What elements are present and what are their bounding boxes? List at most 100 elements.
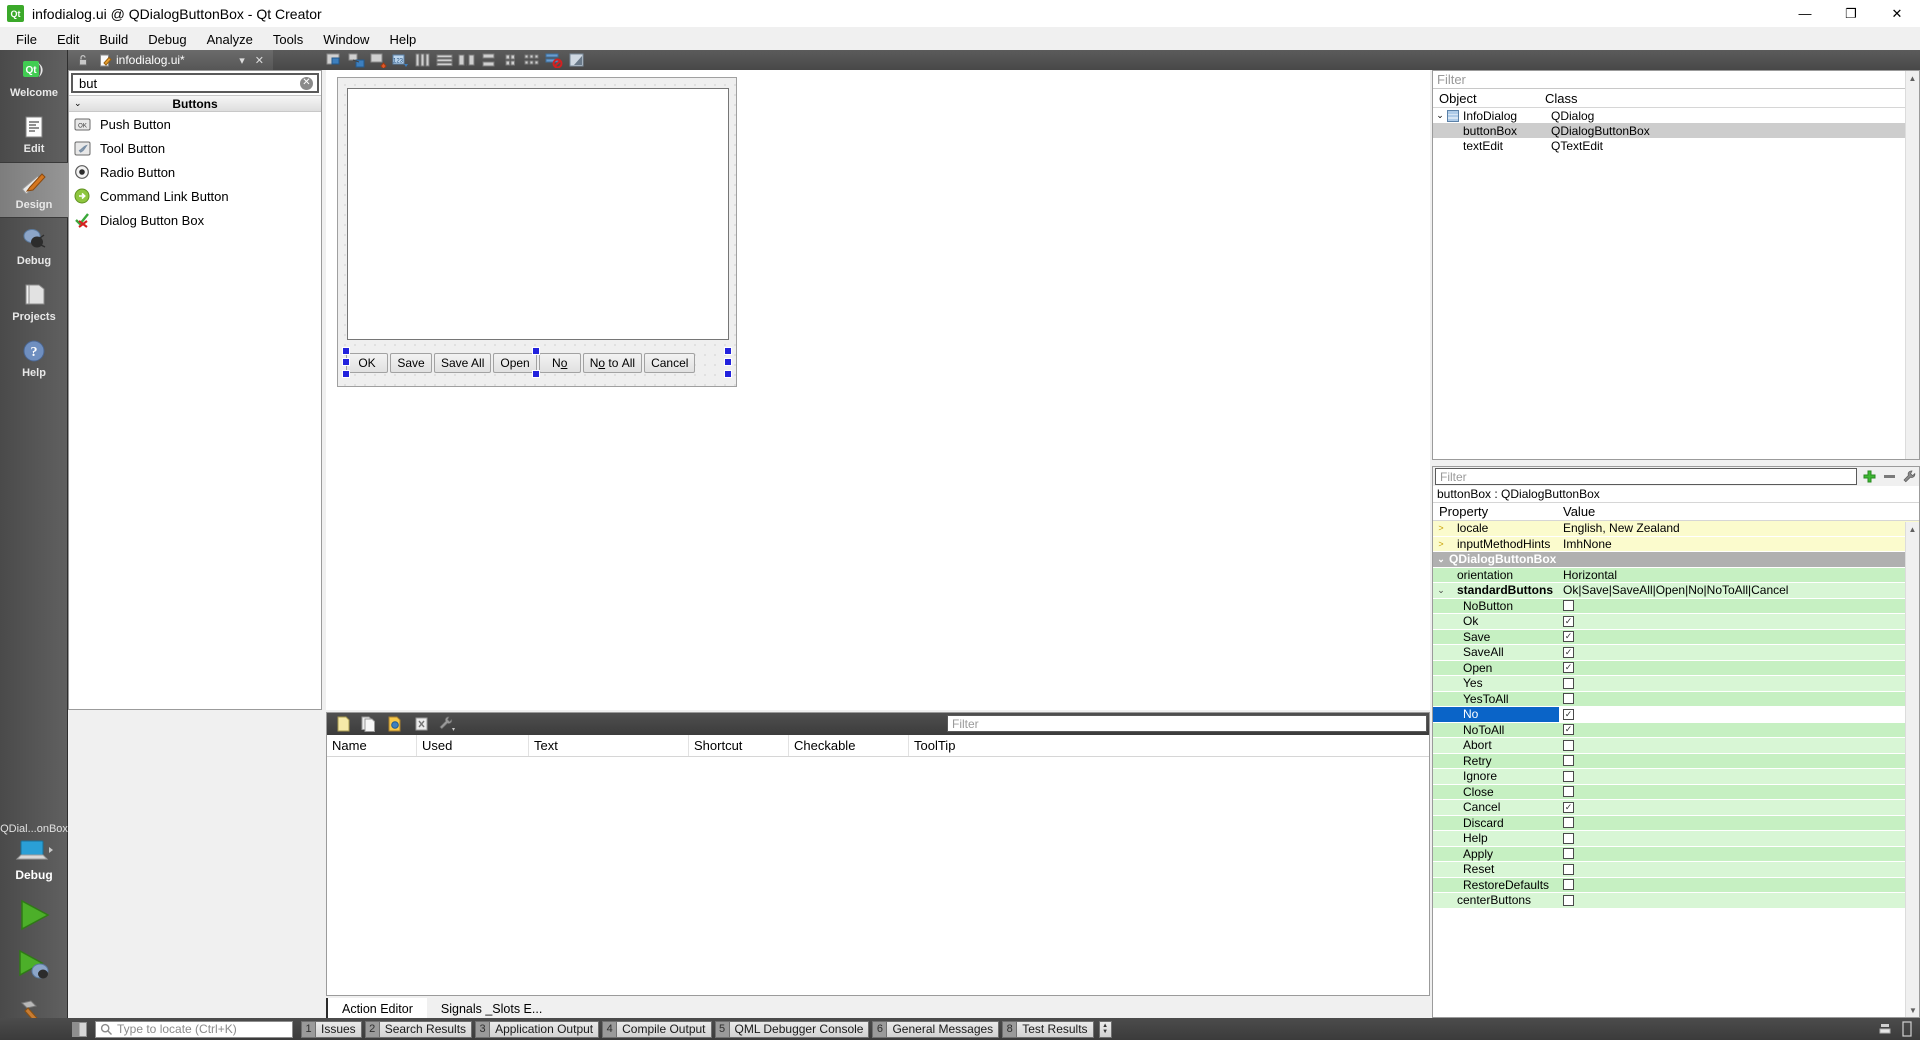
chevron-down-icon[interactable]: ⌄ — [1433, 554, 1449, 565]
checkbox-save[interactable]: ✓ — [1563, 631, 1574, 643]
tab-action-editor[interactable]: Action Editor — [326, 998, 427, 1020]
form-button-open[interactable]: Open — [493, 353, 537, 373]
checkbox-yestoall[interactable] — [1563, 693, 1574, 705]
checkbox-yes[interactable] — [1563, 677, 1574, 689]
output-tab-application-output[interactable]: 3 Application Output — [475, 1020, 600, 1038]
close-button[interactable]: ✕ — [1874, 0, 1920, 28]
property-row-discard[interactable]: Discard — [1433, 815, 1919, 831]
property-value[interactable]: Horizontal — [1559, 567, 1919, 582]
column-header-name[interactable]: Name — [327, 735, 417, 756]
configure-action-icon[interactable] — [437, 715, 457, 733]
layout-form-icon[interactable] — [522, 51, 542, 69]
resize-handle-bottom-center[interactable] — [532, 370, 540, 378]
expander-icon[interactable]: > — [1433, 523, 1449, 533]
minimize-button[interactable]: — — [1782, 0, 1828, 28]
new-action-icon[interactable] — [333, 715, 353, 733]
menu-analyze[interactable]: Analyze — [197, 29, 263, 50]
checkbox-restoredefaults[interactable] — [1563, 879, 1574, 891]
checkbox-apply[interactable] — [1563, 848, 1574, 860]
form-editor-canvas[interactable]: OK Save Save All Open No No to All Cance… — [326, 70, 1430, 710]
mode-help[interactable]: ? Help — [0, 330, 68, 386]
property-row-reset[interactable]: Reset — [1433, 862, 1919, 878]
resize-handle-mid-right[interactable] — [724, 358, 732, 366]
property-row-ok[interactable]: Ok ✓ — [1433, 614, 1919, 630]
property-row-retry[interactable]: Retry — [1433, 753, 1919, 769]
column-header-tooltip[interactable]: ToolTip — [909, 735, 1069, 756]
checkbox-no[interactable]: ✓ — [1563, 708, 1574, 720]
mode-welcome[interactable]: Qt Welcome — [0, 50, 68, 106]
menu-file[interactable]: File — [6, 29, 47, 50]
form-button-cancel[interactable]: Cancel — [644, 353, 696, 373]
widget-item-command-link-button[interactable]: Command Link Button — [69, 184, 321, 208]
menu-edit[interactable]: Edit — [47, 29, 89, 50]
output-tab-issues[interactable]: 1 Issues — [301, 1020, 362, 1038]
output-tab-test-results[interactable]: 8 Test Results — [1002, 1020, 1094, 1038]
object-inspector-scrollbar[interactable]: ▲ — [1905, 71, 1919, 459]
output-tab-search-results[interactable]: 2 Search Results — [364, 1020, 473, 1038]
object-inspector-filter[interactable]: Filter — [1433, 71, 1919, 89]
adjust-size-icon[interactable] — [566, 51, 586, 69]
property-row-close[interactable]: Close — [1433, 784, 1919, 800]
layout-horizontally-icon[interactable] — [412, 51, 432, 69]
resize-handle-top-center[interactable] — [532, 347, 540, 355]
resize-handle-mid-left[interactable] — [342, 358, 350, 366]
layout-vertically-icon[interactable] — [434, 51, 454, 69]
minus-icon[interactable] — [1879, 467, 1899, 486]
property-value[interactable]: English, New Zealand — [1559, 521, 1919, 536]
form-button-ok[interactable]: OK — [346, 353, 388, 373]
column-header-checkable[interactable]: Checkable — [789, 735, 909, 756]
widget-item-radio-button[interactable]: Radio Button — [69, 160, 321, 184]
scroll-up-icon[interactable]: ▲ — [1906, 71, 1919, 85]
property-row-orientation[interactable]: orientation Horizontal — [1433, 567, 1919, 583]
clear-circle-icon[interactable]: ✕ — [300, 76, 313, 90]
locator-input[interactable]: Type to locate (Ctrl+K) — [95, 1020, 293, 1038]
break-layout-icon[interactable] — [544, 51, 564, 69]
resize-handle-bottom-left[interactable] — [342, 370, 350, 378]
property-row-help[interactable]: Help — [1433, 831, 1919, 847]
expander-icon[interactable]: > — [1433, 539, 1449, 549]
checkbox-reset[interactable] — [1563, 863, 1574, 875]
debug-run-button[interactable] — [0, 940, 68, 990]
property-row-apply[interactable]: Apply — [1433, 846, 1919, 862]
property-row-yestoall[interactable]: YesToAll — [1433, 691, 1919, 707]
mode-design[interactable]: Design — [0, 162, 68, 218]
checkbox-close[interactable] — [1563, 786, 1574, 798]
output-tab-spinner[interactable]: ▲ ▼ — [1098, 1020, 1112, 1038]
checkbox-help[interactable] — [1563, 832, 1574, 844]
form-button-no-to-all[interactable]: No to All — [582, 353, 643, 373]
edit-tab-order-icon[interactable]: 123 — [390, 51, 410, 69]
panel-toggle-icon[interactable] — [72, 1021, 87, 1037]
checkbox-retry[interactable] — [1563, 755, 1574, 767]
layout-splitter-horizontal-icon[interactable] — [456, 51, 476, 69]
checkbox-notoall[interactable]: ✓ — [1563, 724, 1574, 736]
checkbox-ok[interactable]: ✓ — [1563, 615, 1574, 627]
property-row-cancel[interactable]: Cancel ✓ — [1433, 800, 1919, 816]
kit-target-icon-row[interactable] — [0, 838, 68, 868]
resize-handle-top-left[interactable] — [342, 347, 350, 355]
form-button-save-all[interactable]: Save All — [434, 353, 492, 373]
property-row-save[interactable]: Save ✓ — [1433, 629, 1919, 645]
checkbox-open[interactable]: ✓ — [1563, 662, 1574, 674]
menu-build[interactable]: Build — [89, 29, 138, 50]
close-icon[interactable]: ✕ — [250, 54, 269, 67]
menu-help[interactable]: Help — [379, 29, 426, 50]
widget-box-filter[interactable]: ✕ — [71, 73, 319, 93]
layout-splitter-vertical-icon[interactable] — [478, 51, 498, 69]
column-header-text[interactable]: Text — [529, 735, 689, 756]
unlocked-icon[interactable] — [76, 53, 90, 67]
kit-project-label[interactable]: QDial...onBox — [0, 820, 68, 838]
property-group-qdialogbuttonbox[interactable]: ⌄ QDialogButtonBox — [1433, 552, 1919, 568]
delete-action-icon[interactable] — [411, 715, 431, 733]
property-value[interactable]: ImhNone — [1559, 536, 1919, 551]
checkbox-cancel[interactable]: ✓ — [1563, 801, 1574, 813]
scroll-up-icon[interactable]: ▲ — [1906, 522, 1919, 536]
output-tab-qml-debugger-console[interactable]: 5 QML Debugger Console — [714, 1020, 870, 1038]
checkbox-abort[interactable] — [1563, 739, 1574, 751]
chevron-down-icon[interactable]: ⌄ — [1433, 585, 1449, 596]
output-tab-compile-output[interactable]: 4 Compile Output — [602, 1020, 712, 1038]
column-header-used[interactable]: Used — [417, 735, 529, 756]
edit-signals-slots-icon[interactable] — [346, 51, 366, 69]
widget-box-filter-input[interactable] — [77, 74, 313, 92]
column-header-property[interactable]: Property — [1433, 504, 1559, 519]
checkbox-ignore[interactable] — [1563, 770, 1574, 782]
